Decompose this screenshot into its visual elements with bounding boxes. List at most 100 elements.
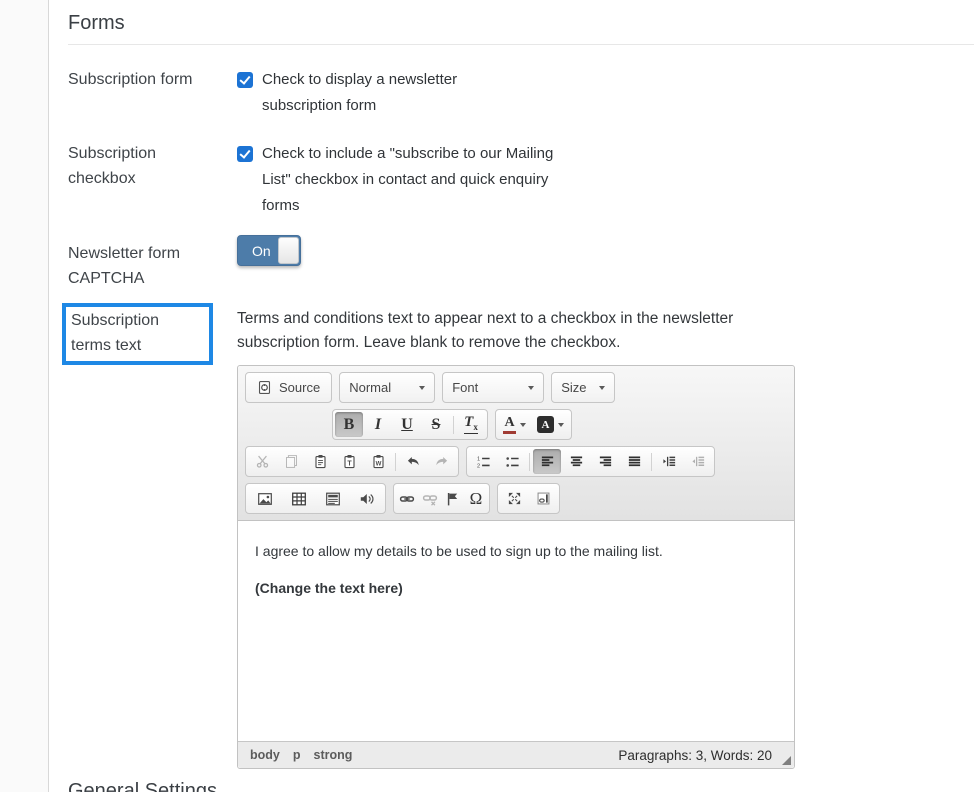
align-left-button[interactable] xyxy=(533,449,561,474)
clipboard-group: T W xyxy=(245,446,459,477)
increase-indent-icon xyxy=(662,454,677,469)
format-dropdown[interactable]: Normal xyxy=(339,372,435,403)
numbered-list-icon: 12 xyxy=(476,454,491,469)
insert-group xyxy=(245,483,386,514)
paste-icon xyxy=(313,454,328,469)
editor-statusbar: body p strong Paragraphs: 3, Words: 20 xyxy=(238,741,794,768)
toolbar-row-1: Source Normal Font xyxy=(245,372,789,403)
show-blocks-button[interactable] xyxy=(529,486,557,511)
element-path-strong[interactable]: strong xyxy=(314,748,353,762)
remove-format-button[interactable]: Tx xyxy=(457,412,485,437)
svg-text:W: W xyxy=(375,460,381,467)
format-dropdown-value: Normal xyxy=(349,380,391,395)
strikethrough-button[interactable]: S xyxy=(422,412,450,437)
svg-text:1: 1 xyxy=(476,457,479,463)
editor-paragraph-bold: (Change the text here) xyxy=(255,580,777,596)
speaker-icon xyxy=(359,491,375,507)
toggle-handle[interactable] xyxy=(278,237,299,264)
size-dropdown-value: Size xyxy=(561,380,586,395)
text-color-button[interactable]: A xyxy=(498,412,531,437)
numbered-list-button[interactable]: 12 xyxy=(469,449,497,474)
colors-group: A A xyxy=(495,409,572,440)
cut-button[interactable] xyxy=(248,449,276,474)
bold-button[interactable]: B xyxy=(335,412,363,437)
align-center-button[interactable] xyxy=(562,449,590,474)
decrease-indent-button[interactable] xyxy=(684,449,712,474)
subscription-checkbox-checkbox[interactable] xyxy=(237,146,253,162)
remove-format-icon: Tx xyxy=(464,415,478,433)
toolbar-separator xyxy=(453,416,454,434)
background-color-button[interactable]: A xyxy=(532,412,569,437)
links-group: Ω xyxy=(393,483,490,514)
font-dropdown[interactable]: Font xyxy=(442,372,544,403)
chevron-down-icon xyxy=(419,386,425,390)
bulleted-list-button[interactable] xyxy=(498,449,526,474)
special-character-button[interactable]: Ω xyxy=(465,486,487,511)
show-blocks-icon xyxy=(536,491,551,506)
maximize-icon xyxy=(507,491,522,506)
increase-indent-button[interactable] xyxy=(655,449,683,474)
justify-icon xyxy=(627,454,642,469)
align-right-button[interactable] xyxy=(591,449,619,474)
toolbar-separator xyxy=(395,453,396,471)
field-label: Newsletter form CAPTCHA xyxy=(68,241,237,291)
undo-button[interactable] xyxy=(399,449,427,474)
chevron-down-icon xyxy=(558,423,564,427)
row-newsletter-captcha: Newsletter form CAPTCHA On xyxy=(68,241,974,291)
underline-button[interactable]: U xyxy=(393,412,421,437)
copy-button[interactable] xyxy=(277,449,305,474)
align-right-icon xyxy=(598,454,613,469)
editor-toolbar: Source Normal Font xyxy=(238,366,794,521)
link-button[interactable] xyxy=(396,486,418,511)
svg-text:2: 2 xyxy=(476,464,479,470)
font-dropdown-value: Font xyxy=(452,380,478,395)
size-dropdown[interactable]: Size xyxy=(551,372,615,403)
subscription-form-checkbox[interactable] xyxy=(237,72,253,88)
table-button[interactable] xyxy=(282,486,315,511)
maximize-button[interactable] xyxy=(500,486,528,511)
redo-icon xyxy=(434,454,450,470)
align-left-icon xyxy=(540,454,555,469)
audio-button[interactable] xyxy=(350,486,383,511)
paste-from-word-button[interactable]: W xyxy=(364,449,392,474)
checkbox-setting: Check to display a newsletter subscripti… xyxy=(237,67,974,119)
field-description: Terms and conditions text to appear next… xyxy=(237,307,772,355)
page-template-button[interactable] xyxy=(316,486,349,511)
field-label: Subscription form xyxy=(68,67,237,119)
checkbox-setting: Check to include a "subscribe to our Mai… xyxy=(237,141,974,219)
basicstyles-group: B I U S Tx xyxy=(332,409,488,440)
word-count: Paragraphs: 3, Words: 20 xyxy=(618,748,772,763)
paste-plain-text-button[interactable]: T xyxy=(335,449,363,474)
source-button[interactable]: Source xyxy=(245,372,332,403)
align-center-icon xyxy=(569,454,584,469)
resize-grip[interactable] xyxy=(782,756,791,765)
anchor-flag-button[interactable] xyxy=(442,486,464,511)
image-button[interactable] xyxy=(248,486,281,511)
unlink-button[interactable] xyxy=(419,486,441,511)
copy-icon xyxy=(284,454,299,469)
italic-button[interactable]: I xyxy=(364,412,392,437)
justify-button[interactable] xyxy=(620,449,648,474)
field-label: Subscription terms text xyxy=(71,312,159,354)
undo-icon xyxy=(405,454,421,470)
chevron-down-icon xyxy=(599,386,605,390)
row-subscription-form: Subscription form Check to display a new… xyxy=(68,67,974,119)
tools-group xyxy=(497,483,560,514)
captcha-toggle[interactable]: On xyxy=(237,235,301,266)
source-button-label: Source xyxy=(279,380,320,395)
element-path-body[interactable]: body xyxy=(250,748,280,762)
table-icon xyxy=(291,491,307,507)
redo-button[interactable] xyxy=(428,449,456,474)
element-path-p[interactable]: p xyxy=(293,748,301,762)
paragraph-group: 12 xyxy=(466,446,715,477)
field-label: Subscription checkbox xyxy=(68,141,237,219)
forms-section: Forms Subscription form Check to display… xyxy=(50,0,974,791)
toolbar-row-4: Ω xyxy=(245,483,789,514)
paste-text-icon: T xyxy=(342,454,357,469)
toolbar-row-3: T W xyxy=(245,446,789,477)
image-icon xyxy=(257,491,273,507)
paste-button[interactable] xyxy=(306,449,334,474)
unlink-icon xyxy=(422,491,438,507)
svg-text:T: T xyxy=(347,460,352,467)
editor-content-area[interactable]: I agree to allow my details to be used t… xyxy=(238,521,794,741)
